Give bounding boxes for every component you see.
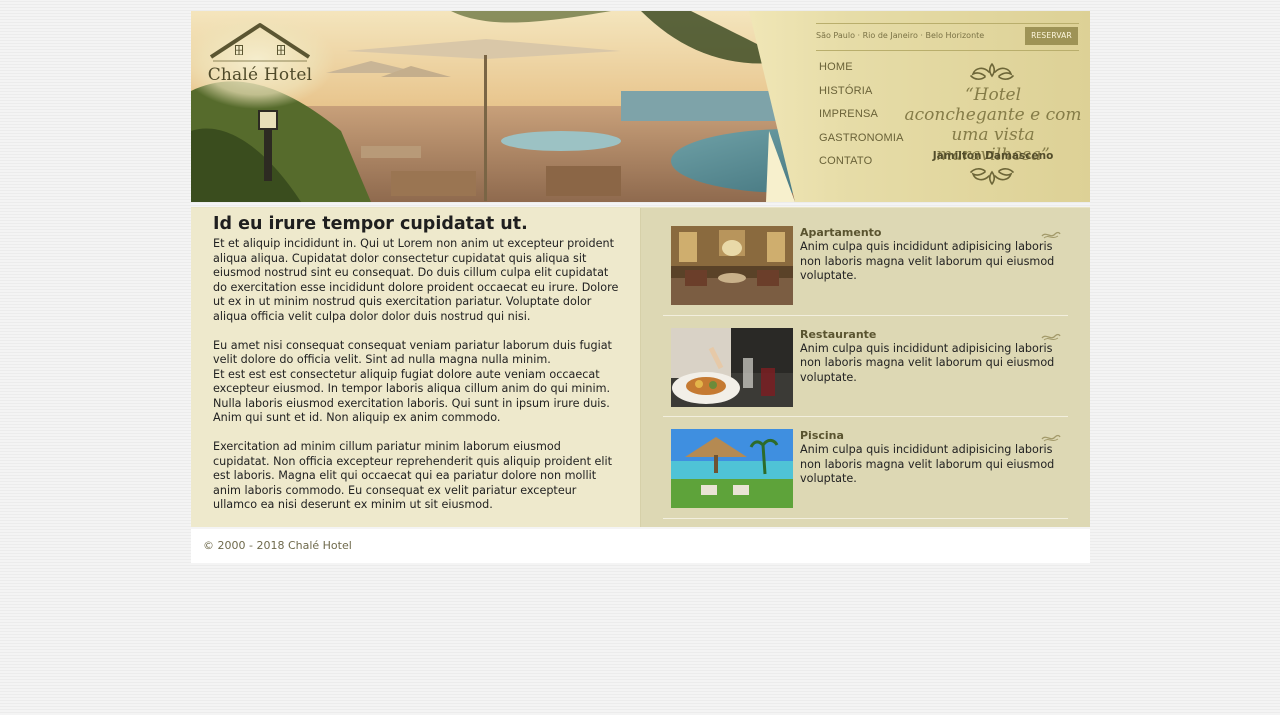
- article-column: Id eu irure tempor cupidatat ut. Et et a…: [191, 208, 641, 527]
- main-content: Id eu irure tempor cupidatat ut. Et et a…: [191, 207, 1090, 527]
- page-wrapper: Chalé Hotel São Paulo · Rio de Janeiro ·…: [191, 11, 1090, 563]
- testimonial-author: Jamilton Damasceno: [932, 150, 1054, 162]
- features-column: Apartamento Anim culpa quis incididunt a…: [663, 214, 1068, 519]
- ornament-bottom-icon: [970, 168, 1014, 185]
- nav-item-home[interactable]: HOME: [819, 61, 904, 85]
- article-paragraph: Exercitation ad minim cillum pariatur mi…: [213, 440, 613, 511]
- flourish-icon: [1041, 231, 1061, 239]
- nav-item-historia[interactable]: HISTÓRIA: [819, 85, 904, 109]
- article-paragraph: Et et aliquip incididunt in. Qui ut Lore…: [213, 237, 619, 323]
- feature-text: Anim culpa quis incididunt adipisicing l…: [800, 443, 1055, 485]
- copyright-text: © 2000 - 2018 Chalé Hotel: [203, 539, 352, 552]
- top-divider: [816, 23, 1079, 24]
- main-nav: HOME HISTÓRIA IMPRENSA GASTRONOMIA CONTA…: [819, 61, 904, 179]
- house-roof-icon: [209, 23, 311, 62]
- feature-item-restaurante[interactable]: Restaurante Anim culpa quis incididunt a…: [663, 316, 1068, 417]
- feature-title: Apartamento: [800, 226, 882, 239]
- feature-title: Piscina: [800, 429, 844, 442]
- feature-item-apartamento[interactable]: Apartamento Anim culpa quis incididunt a…: [663, 214, 1068, 316]
- nav-item-imprensa[interactable]: IMPRENSA: [819, 108, 904, 132]
- flourish-icon: [1041, 333, 1061, 340]
- feature-item-piscina[interactable]: Piscina Anim culpa quis incididunt adipi…: [663, 417, 1068, 519]
- article-title: Id eu irure tempor cupidatat ut.: [213, 214, 528, 234]
- ornament-top-icon: [970, 63, 1014, 80]
- article-paragraph: Eu amet nisi consequat consequat veniam …: [213, 339, 621, 426]
- feature-text: Anim culpa quis incididunt adipisicing l…: [800, 341, 1055, 384]
- nav-item-gastronomia[interactable]: GASTRONOMIA: [819, 132, 904, 156]
- restaurante-photo[interactable]: [671, 327, 793, 407]
- site-header: Chalé Hotel São Paulo · Rio de Janeiro ·…: [191, 11, 1090, 202]
- article-sentence: Et est est est consectetur aliquip fugia…: [213, 367, 611, 425]
- feature-text: Anim culpa quis incididunt adipisicing l…: [800, 240, 1055, 282]
- hotel-name: Chalé Hotel: [207, 65, 313, 85]
- hotel-logo[interactable]: Chalé Hotel: [199, 21, 321, 91]
- apartamento-photo[interactable]: [671, 226, 793, 305]
- city-list: São Paulo · Rio de Janeiro · Belo Horizo…: [816, 31, 985, 40]
- flourish-icon: [1041, 434, 1061, 442]
- top-divider-lower: [816, 50, 1079, 51]
- article-body: Et et aliquip incididunt in. Qui ut Lore…: [213, 237, 621, 527]
- reserve-button[interactable]: RESERVAR: [1025, 27, 1078, 45]
- feature-title: Restaurante: [800, 327, 877, 341]
- article-sentence: Eu amet nisi consequat consequat veniam …: [213, 338, 612, 367]
- nav-item-contato[interactable]: CONTATO: [819, 155, 904, 179]
- site-footer: © 2000 - 2018 Chalé Hotel: [191, 529, 1090, 563]
- piscina-photo[interactable]: [671, 429, 793, 508]
